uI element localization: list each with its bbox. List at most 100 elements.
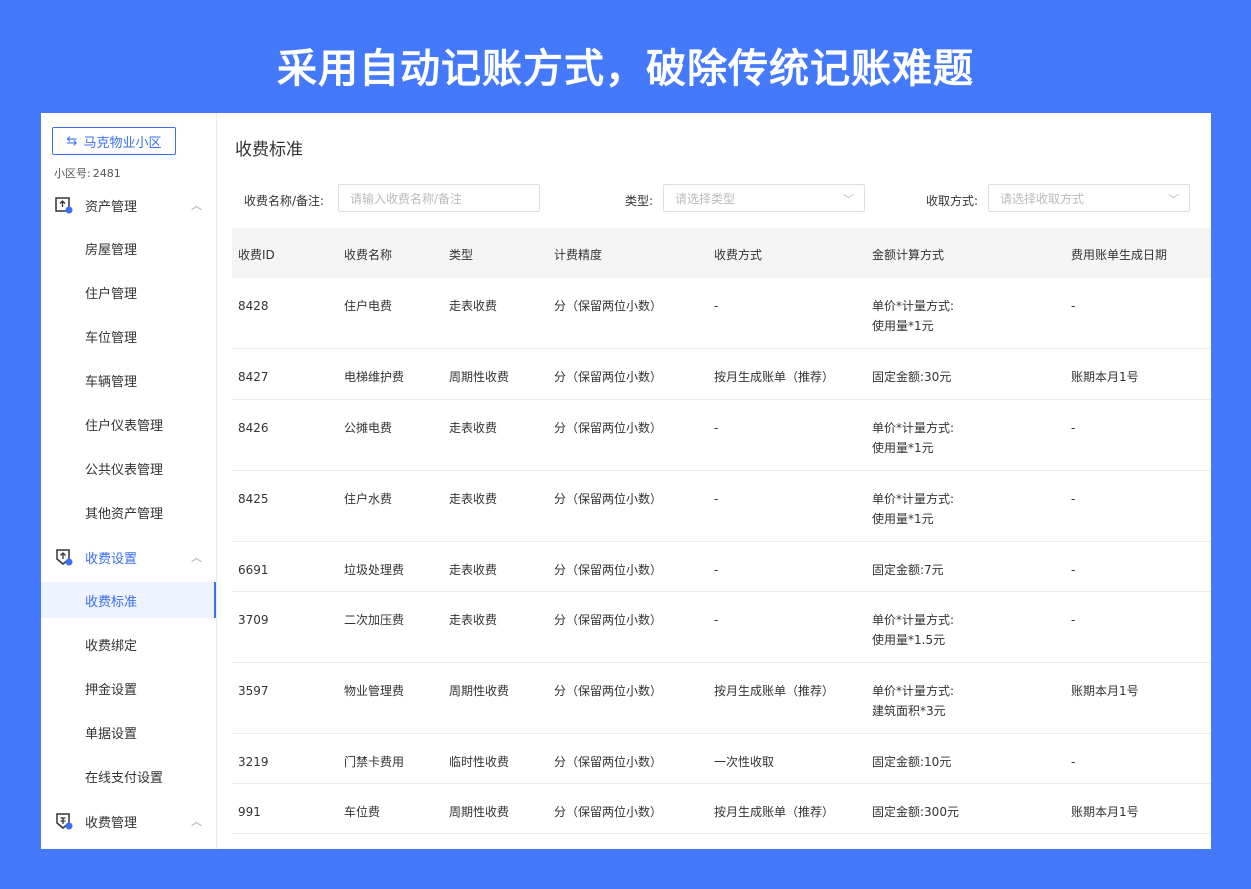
name-filter-input[interactable]: 请输入收费名称/备注 bbox=[338, 184, 540, 212]
cell-method: - bbox=[714, 613, 719, 627]
sidebar-item-resident[interactable]: 住户管理 bbox=[41, 274, 216, 310]
chevron-down-icon: ﹀ bbox=[843, 193, 854, 206]
table-row[interactable]: 8426 公摊电费 走表收费 分（保留两位小数） - 单价*计量方式: 使用量*1… bbox=[232, 400, 1211, 471]
sidebar-item-fee-binding[interactable]: 收费绑定 bbox=[41, 626, 216, 662]
cell-type: 周期性收费 bbox=[449, 370, 510, 384]
table-row[interactable]: 8427 电梯维护费 周期性收费 分（保留两位小数） 按月生成账单（推荐） 固定… bbox=[232, 349, 1211, 400]
cell-type: 周期性收费 bbox=[449, 684, 510, 698]
method-filter-label: 收取方式: bbox=[926, 194, 979, 208]
column-header-name: 收费名称 bbox=[344, 248, 393, 262]
cell-amount-line2: 使用量*1元 bbox=[872, 319, 934, 333]
cell-amount-line1: 单价*计量方式: bbox=[872, 613, 955, 627]
cell-name: 垃圾处理费 bbox=[344, 563, 405, 577]
cell-amount: 单价*计量方式: 使用量*1元 bbox=[872, 418, 954, 458]
cell-bill-date: - bbox=[1071, 299, 1076, 313]
sidebar-item-other-assets[interactable]: 其他资产管理 bbox=[41, 494, 216, 530]
cell-amount-line2: 使用量*1元 bbox=[872, 512, 934, 526]
cell-amount-line2: 使用量*1元 bbox=[872, 441, 934, 455]
community-number-value: 2481 bbox=[92, 167, 121, 180]
chevron-up-icon: ︿ bbox=[191, 815, 202, 828]
cell-precision: 分（保留两位小数） bbox=[554, 613, 663, 627]
cell-amount: 固定金额:10元 bbox=[872, 755, 952, 769]
cell-amount-line1: 单价*计量方式: bbox=[872, 492, 955, 506]
nav-group-asset-management[interactable]: 资产管理 ︿ bbox=[41, 183, 216, 227]
cell-bill-date: 账期本月1号 bbox=[1071, 684, 1139, 698]
type-filter-select[interactable]: 请选择类型 ﹀ bbox=[663, 184, 865, 212]
cell-bill-date: 账期本月1号 bbox=[1071, 370, 1139, 384]
cell-name: 住户电费 bbox=[344, 299, 393, 313]
table-row[interactable]: 6691 垃圾处理费 走表收费 分（保留两位小数） - 固定金额:7元 - bbox=[232, 542, 1211, 592]
cell-amount: 固定金额:300元 bbox=[872, 805, 959, 819]
cell-amount: 单价*计量方式: 建筑面积*3元 bbox=[872, 681, 954, 721]
sidebar-item-receipt[interactable]: 单据设置 bbox=[41, 714, 216, 750]
community-switch-button[interactable]: ⇆ 马克物业小区 bbox=[52, 127, 176, 155]
cell-amount: 单价*计量方式: 使用量*1元 bbox=[872, 489, 954, 529]
table-row[interactable]: 991 车位费 周期性收费 分（保留两位小数） 按月生成账单（推荐） 固定金额:… bbox=[232, 784, 1211, 834]
cell-id: 8427 bbox=[238, 370, 269, 384]
cell-bill-date: - bbox=[1071, 755, 1076, 769]
sidebar: ⇆ 马克物业小区 小区号: 2481 资产管理 ︿ 房屋管理 住户管理 车位管理 … bbox=[41, 113, 217, 849]
type-filter-placeholder: 请选择类型 bbox=[675, 191, 736, 206]
method-filter-select[interactable]: 请选择收取方式 ﹀ bbox=[988, 184, 1190, 212]
nav-group-fee-management[interactable]: 收费管理 ︿ bbox=[41, 799, 216, 843]
cell-id: 3709 bbox=[238, 613, 269, 627]
cell-name: 车位费 bbox=[344, 805, 381, 819]
nav-group-label: 资产管理 bbox=[85, 199, 138, 215]
method-filter-placeholder: 请选择收取方式 bbox=[1000, 191, 1085, 206]
community-number-label: 小区号: bbox=[54, 167, 91, 180]
column-header-method: 收费方式 bbox=[714, 248, 763, 262]
table-header: 收费ID 收费名称 类型 计费精度 收费方式 金额计算方式 费用账单生成日期 bbox=[232, 228, 1211, 278]
cell-method: - bbox=[714, 492, 719, 506]
cell-method: 按月生成账单（推荐） bbox=[714, 805, 835, 819]
community-name: 马克物业小区 bbox=[83, 135, 162, 151]
table-row[interactable]: 3709 二次加压费 走表收费 分（保留两位小数） - 单价*计量方式: 使用量*… bbox=[232, 592, 1211, 663]
column-header-precision: 计费精度 bbox=[554, 248, 603, 262]
column-header-bill-date: 费用账单生成日期 bbox=[1071, 248, 1168, 262]
cell-amount: 固定金额:7元 bbox=[872, 563, 944, 577]
sidebar-item-house[interactable]: 房屋管理 bbox=[41, 230, 216, 266]
banner-title: 采用自动记账方式，破除传统记账难题 bbox=[277, 46, 974, 92]
fee-management-icon bbox=[55, 812, 73, 830]
cell-type: 走表收费 bbox=[449, 421, 498, 435]
cell-name: 公摊电费 bbox=[344, 421, 393, 435]
cell-name: 二次加压费 bbox=[344, 613, 405, 627]
cell-bill-date: - bbox=[1071, 421, 1076, 435]
sidebar-item-resident-meter[interactable]: 住户仪表管理 bbox=[41, 406, 216, 442]
sidebar-item-parking-space[interactable]: 车位管理 bbox=[41, 318, 216, 354]
cell-name: 电梯维护费 bbox=[344, 370, 405, 384]
cell-id: 8426 bbox=[238, 421, 269, 435]
cell-name: 物业管理费 bbox=[344, 684, 405, 698]
cell-method: - bbox=[714, 421, 719, 435]
chevron-up-icon: ︿ bbox=[191, 199, 202, 212]
table-row[interactable]: 8428 住户电费 走表收费 分（保留两位小数） - 单价*计量方式: 使用量*1… bbox=[232, 278, 1211, 349]
cell-name: 门禁卡费用 bbox=[344, 755, 405, 769]
sidebar-item-public-meter[interactable]: 公共仪表管理 bbox=[41, 450, 216, 486]
cell-amount: 固定金额:30元 bbox=[872, 370, 952, 384]
cell-id: 3219 bbox=[238, 755, 269, 769]
cell-precision: 分（保留两位小数） bbox=[554, 684, 663, 698]
cell-amount-line1: 单价*计量方式: bbox=[872, 299, 955, 313]
cell-type: 走表收费 bbox=[449, 492, 498, 506]
sidebar-item-deposit[interactable]: 押金设置 bbox=[41, 670, 216, 706]
cell-name: 住户水费 bbox=[344, 492, 393, 506]
sidebar-item-vehicle[interactable]: 车辆管理 bbox=[41, 362, 216, 398]
app-window: ⇆ 马克物业小区 小区号: 2481 资产管理 ︿ 房屋管理 住户管理 车位管理 … bbox=[41, 113, 1211, 849]
nav-group-fee-settings[interactable]: 收费设置 ︿ bbox=[41, 535, 216, 579]
community-number: 小区号: 2481 bbox=[52, 165, 121, 181]
table-row[interactable]: 8425 住户水费 走表收费 分（保留两位小数） - 单价*计量方式: 使用量*1… bbox=[232, 471, 1211, 542]
asset-icon bbox=[55, 196, 73, 214]
name-filter-placeholder: 请输入收费名称/备注 bbox=[350, 191, 463, 206]
cell-method: 按月生成账单（推荐） bbox=[714, 370, 835, 384]
fee-settings-icon bbox=[55, 548, 73, 566]
cell-precision: 分（保留两位小数） bbox=[554, 755, 663, 769]
chevron-down-icon: ﹀ bbox=[1168, 193, 1179, 206]
nav-group-label: 收费管理 bbox=[85, 815, 138, 831]
table-row[interactable]: 3219 门禁卡费用 临时性收费 分（保留两位小数） 一次性收取 固定金额:10… bbox=[232, 734, 1211, 784]
cell-amount-line1: 单价*计量方式: bbox=[872, 684, 955, 698]
sidebar-item-online-payment[interactable]: 在线支付设置 bbox=[41, 758, 216, 794]
cell-method: 一次性收取 bbox=[714, 755, 775, 769]
sidebar-item-fee-standard[interactable]: 收费标准 bbox=[41, 582, 216, 618]
table-row[interactable]: 3597 物业管理费 周期性收费 分（保留两位小数） 按月生成账单（推荐） 单价… bbox=[232, 663, 1211, 734]
cell-type: 周期性收费 bbox=[449, 805, 510, 819]
cell-precision: 分（保留两位小数） bbox=[554, 492, 663, 506]
